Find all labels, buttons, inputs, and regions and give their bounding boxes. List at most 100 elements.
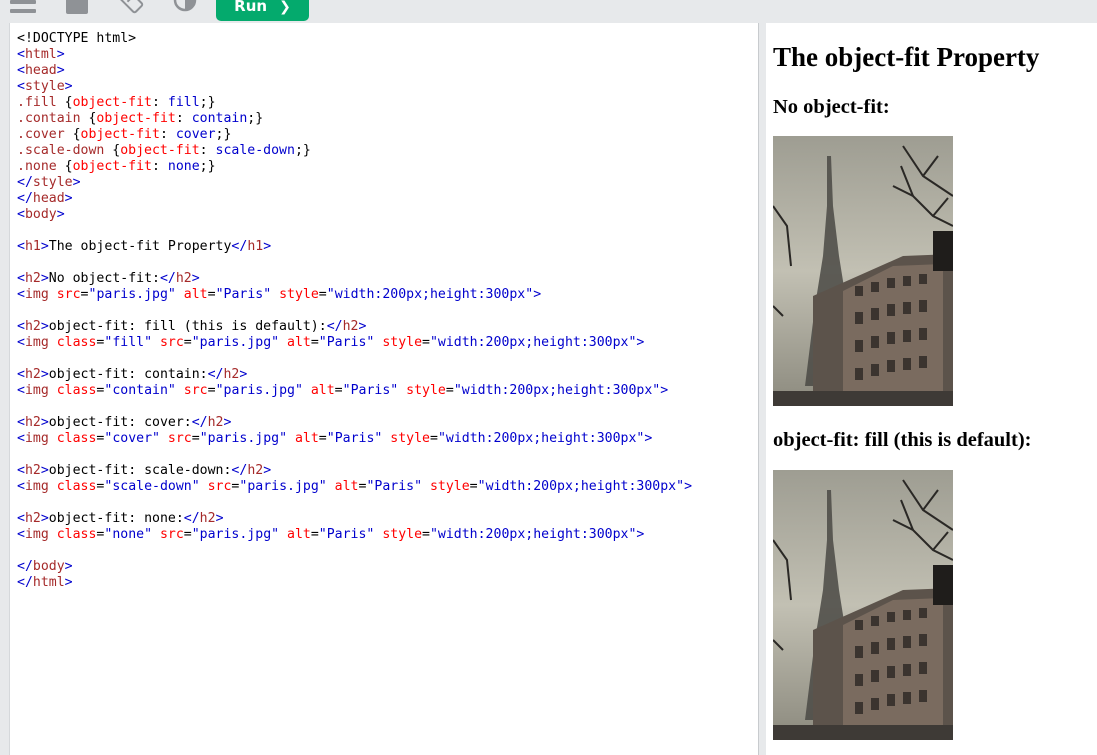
code-token: </ (17, 575, 33, 590)
code-token: body (32, 559, 65, 574)
code-token: object-fit (96, 111, 176, 126)
code-line[interactable] (17, 399, 759, 415)
code-content[interactable]: <!DOCTYPE html> <html> <head> <style> .fill … (10, 23, 759, 591)
code-token: img (24, 479, 57, 494)
code-token: h2 (207, 415, 224, 430)
code-token: < (17, 47, 25, 62)
code-token: object-fit (80, 127, 160, 142)
code-line[interactable] (17, 351, 759, 367)
code-token: object-fit (72, 95, 152, 110)
code-token: class (56, 431, 97, 446)
code-token: "width:200px;height:300px" (437, 431, 645, 446)
code-token: style (279, 287, 319, 302)
code-token: "width:200px;height:300px" (326, 287, 534, 302)
code-token: < (17, 367, 25, 382)
code-line[interactable]: .contain {object-fit: contain;} (17, 111, 759, 127)
code-token: </ (231, 463, 248, 478)
code-line[interactable]: <head> (17, 63, 759, 79)
code-token: h2 (24, 415, 41, 430)
code-token: style (382, 335, 423, 350)
code-line[interactable]: .fill {object-fit: fill;} (17, 95, 759, 111)
code-line[interactable]: <h2>object-fit: fill (this is default):<… (17, 319, 759, 335)
code-token: { (64, 95, 73, 110)
contrast-icon[interactable] (173, 0, 197, 12)
code-token: "paris.jpg" (88, 287, 184, 302)
code-line[interactable]: .scale-down {object-fit: scale-down;} (17, 143, 759, 159)
code-line[interactable]: .cover {object-fit: cover;} (17, 127, 759, 143)
code-token: ;} (294, 143, 311, 158)
code-line[interactable] (17, 543, 759, 559)
code-line[interactable]: <h2>object-fit: contain:</h2> (17, 367, 759, 383)
code-token: style (429, 479, 470, 494)
code-token: = (318, 431, 327, 446)
code-line[interactable]: <html> (17, 47, 759, 63)
code-line[interactable] (17, 223, 759, 239)
code-line[interactable]: <h2>object-fit: none:</h2> (17, 511, 759, 527)
code-line[interactable]: <h2>object-fit: scale-down:</h2> (17, 463, 759, 479)
code-token: > (223, 415, 232, 430)
code-line[interactable]: <img class="none" src="paris.jpg" alt="P… (17, 527, 759, 543)
code-line[interactable]: <h1>The object-fit Property</h1> (17, 239, 759, 255)
document-icon[interactable] (66, 0, 88, 14)
code-token: alt (334, 479, 359, 494)
code-line[interactable] (17, 303, 759, 319)
code-line[interactable]: </html> (17, 575, 759, 591)
code-token: < (17, 319, 25, 334)
code-token: style (382, 527, 423, 542)
code-line[interactable]: <img class="contain" src="paris.jpg" alt… (17, 383, 759, 399)
code-line[interactable] (17, 447, 759, 463)
code-line[interactable]: </head> (17, 191, 759, 207)
code-editor[interactable]: <!DOCTYPE html> <html> <head> <style> .fill … (9, 23, 759, 755)
code-token: h2 (24, 319, 41, 334)
code-token: = (207, 287, 216, 302)
code-token: = (191, 431, 200, 446)
code-token: "paris.jpg" (191, 527, 288, 542)
code-token: > (64, 575, 73, 590)
code-token: : (175, 111, 192, 126)
code-token: .scale-down (17, 143, 113, 158)
code-line[interactable]: <!DOCTYPE html> (17, 31, 759, 47)
code-token: </ (159, 271, 176, 286)
code-token: > (40, 463, 49, 478)
code-line[interactable]: <img class="scale-down" src="paris.jpg" … (17, 479, 759, 495)
code-line[interactable]: </style> (17, 175, 759, 191)
code-line[interactable]: .none {object-fit: none;} (17, 159, 759, 175)
code-line[interactable]: <h2>No object-fit:</h2> (17, 271, 759, 287)
code-token: < (17, 271, 25, 286)
code-line[interactable]: <img src="paris.jpg" alt="Paris" style="… (17, 287, 759, 303)
code-token: .cover (17, 127, 73, 142)
code-token: none (167, 159, 200, 174)
code-token: class (56, 335, 97, 350)
run-button[interactable]: Run ❯ (216, 0, 309, 21)
code-token: > (660, 383, 669, 398)
code-token: > (64, 559, 73, 574)
code-token: h2 (24, 511, 41, 526)
code-token: ;} (199, 159, 216, 174)
rotate-icon[interactable] (116, 0, 146, 16)
code-line[interactable] (17, 495, 759, 511)
code-line[interactable]: <h2>object-fit: cover:</h2> (17, 415, 759, 431)
code-token: < (17, 63, 25, 78)
code-token: alt (287, 335, 311, 350)
code-line[interactable]: <img class="cover" src="paris.jpg" alt="… (17, 431, 759, 447)
code-token: </ (17, 175, 33, 190)
code-token: object-fit: scale-down: (48, 463, 232, 478)
code-token: img (24, 431, 57, 446)
code-line[interactable]: <img class="fill" src="paris.jpg" alt="P… (17, 335, 759, 351)
panel-resize-handle[interactable] (758, 23, 766, 755)
code-token: "paris.jpg" (199, 431, 295, 446)
code-token: = (422, 335, 430, 350)
code-token: "Paris" (215, 287, 280, 302)
code-line[interactable] (17, 255, 759, 271)
code-token: > (239, 367, 248, 382)
code-token: style (390, 431, 430, 446)
code-token: = (334, 383, 343, 398)
code-line[interactable]: <style> (17, 79, 759, 95)
code-token: </ (17, 559, 33, 574)
code-line[interactable]: </body> (17, 559, 759, 575)
code-token: > (40, 367, 49, 382)
menu-icon[interactable] (10, 0, 36, 18)
code-line[interactable]: <body> (17, 207, 759, 223)
code-token: cover (175, 127, 216, 142)
code-token: class (56, 383, 97, 398)
